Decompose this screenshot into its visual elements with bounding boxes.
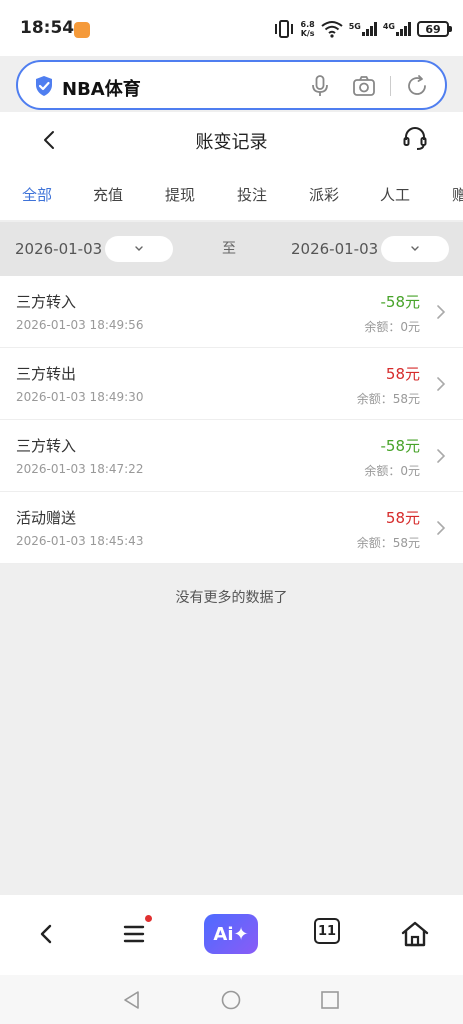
ai-assistant-button[interactable]: Ai✦ bbox=[204, 914, 258, 954]
signal-5g: 5G bbox=[349, 22, 377, 36]
browser-toolbar: Ai✦ 11 bbox=[0, 895, 463, 975]
list-item[interactable]: 三方转出 2026-01-03 18:49:30 58元 余额：58元 bbox=[0, 348, 463, 420]
tab-payout[interactable]: 派彩 bbox=[309, 184, 339, 205]
notification-dot bbox=[145, 915, 152, 922]
date-separator: 至 bbox=[222, 241, 236, 257]
system-navigation-bar bbox=[0, 975, 463, 1024]
notification-app-icon bbox=[74, 22, 90, 38]
record-title: 三方转入 bbox=[16, 293, 77, 311]
record-time: 2026-01-03 18:45:43 bbox=[16, 534, 144, 548]
start-date[interactable]: 2026-01-03 bbox=[15, 240, 102, 258]
signal-bars-icon bbox=[396, 22, 411, 36]
tab-gift[interactable]: 赠 bbox=[452, 184, 463, 205]
back-icon[interactable] bbox=[32, 919, 62, 949]
address-divider bbox=[390, 76, 391, 96]
chevron-right-icon bbox=[437, 521, 446, 535]
record-time: 2026-01-03 18:49:30 bbox=[16, 390, 144, 404]
record-balance: 余额：58元 bbox=[356, 536, 420, 550]
start-date-select[interactable] bbox=[105, 236, 173, 262]
chevron-down-icon bbox=[135, 246, 143, 251]
address-text[interactable]: NBA体育 bbox=[62, 75, 141, 101]
refresh-icon[interactable] bbox=[405, 74, 429, 98]
menu-icon[interactable] bbox=[120, 919, 150, 949]
list-item[interactable]: 三方转入 2026-01-03 18:47:22 -58元 余额：0元 bbox=[0, 420, 463, 492]
record-balance: 余额：58元 bbox=[356, 392, 420, 406]
microphone-icon[interactable] bbox=[308, 74, 332, 98]
page-title: 账变记录 bbox=[195, 132, 268, 153]
speed-value: 6.8 bbox=[300, 20, 315, 29]
nav-recents-icon[interactable] bbox=[319, 989, 341, 1011]
home-icon[interactable] bbox=[400, 919, 430, 949]
tab-manual[interactable]: 人工 bbox=[380, 184, 410, 205]
record-amount: -58元 bbox=[380, 437, 421, 455]
nav-back-icon[interactable] bbox=[121, 989, 143, 1011]
record-balance: 余额：0元 bbox=[364, 320, 420, 334]
speed-unit: K/s bbox=[300, 29, 315, 38]
tab-switcher-button[interactable]: 11 bbox=[314, 918, 340, 944]
tab-deposit[interactable]: 充值 bbox=[93, 184, 123, 205]
chevron-right-icon bbox=[437, 305, 446, 319]
network-speed: 6.8 K/s bbox=[301, 20, 315, 38]
record-title: 活动赠送 bbox=[16, 509, 77, 527]
nav-home-icon[interactable] bbox=[220, 989, 242, 1011]
wifi-icon bbox=[321, 21, 343, 38]
record-amount: 58元 bbox=[385, 509, 420, 527]
end-date[interactable]: 2026-01-03 bbox=[291, 240, 378, 258]
record-balance: 余额：0元 bbox=[364, 464, 420, 478]
status-bar: 18:54 6.8 K/s 5G 4G 69 bbox=[0, 0, 463, 56]
record-title: 三方转出 bbox=[16, 365, 77, 383]
list-item[interactable]: 三方转入 2026-01-03 18:49:56 -58元 余额：0元 bbox=[0, 276, 463, 348]
record-amount: -58元 bbox=[380, 293, 421, 311]
network-type-5g: 5G bbox=[348, 22, 361, 31]
page-header: 账变记录 bbox=[0, 112, 463, 168]
address-bar[interactable]: NBA体育 bbox=[16, 60, 447, 110]
record-list: 三方转入 2026-01-03 18:49:56 -58元 余额：0元 三方转出… bbox=[0, 276, 463, 564]
record-title: 三方转入 bbox=[16, 437, 77, 455]
tab-all[interactable]: 全部 bbox=[22, 184, 52, 205]
chevron-right-icon bbox=[437, 449, 446, 463]
camera-icon[interactable] bbox=[352, 74, 376, 98]
tab-withdraw[interactable]: 提现 bbox=[165, 184, 195, 205]
signal-4g: 4G bbox=[383, 22, 411, 36]
record-time: 2026-01-03 18:49:56 bbox=[16, 318, 144, 332]
shield-icon bbox=[36, 76, 52, 96]
record-time: 2026-01-03 18:47:22 bbox=[16, 462, 144, 476]
list-item[interactable]: 活动赠送 2026-01-03 18:45:43 58元 余额：58元 bbox=[0, 492, 463, 564]
chevron-down-icon bbox=[411, 246, 419, 251]
vibrate-icon bbox=[274, 20, 293, 38]
record-amount: 58元 bbox=[385, 365, 420, 383]
tab-bet[interactable]: 投注 bbox=[237, 184, 267, 205]
battery-icon: 69 bbox=[417, 21, 452, 37]
signal-bars-icon bbox=[361, 22, 377, 36]
status-icons: 6.8 K/s 5G 4G 69 bbox=[273, 18, 452, 40]
category-tabs: 全部 充值 提现 投注 派彩 人工 赠 bbox=[0, 168, 463, 220]
status-time: 18:54 bbox=[20, 18, 75, 38]
no-more-data-text: 没有更多的数据了 bbox=[175, 590, 288, 606]
customer-service-icon[interactable] bbox=[402, 126, 428, 152]
date-filter: 2026-01-03 至 2026-01-03 bbox=[0, 222, 463, 276]
end-date-select[interactable] bbox=[381, 236, 449, 262]
network-type-4g: 4G bbox=[382, 22, 395, 31]
chevron-right-icon bbox=[437, 377, 446, 391]
